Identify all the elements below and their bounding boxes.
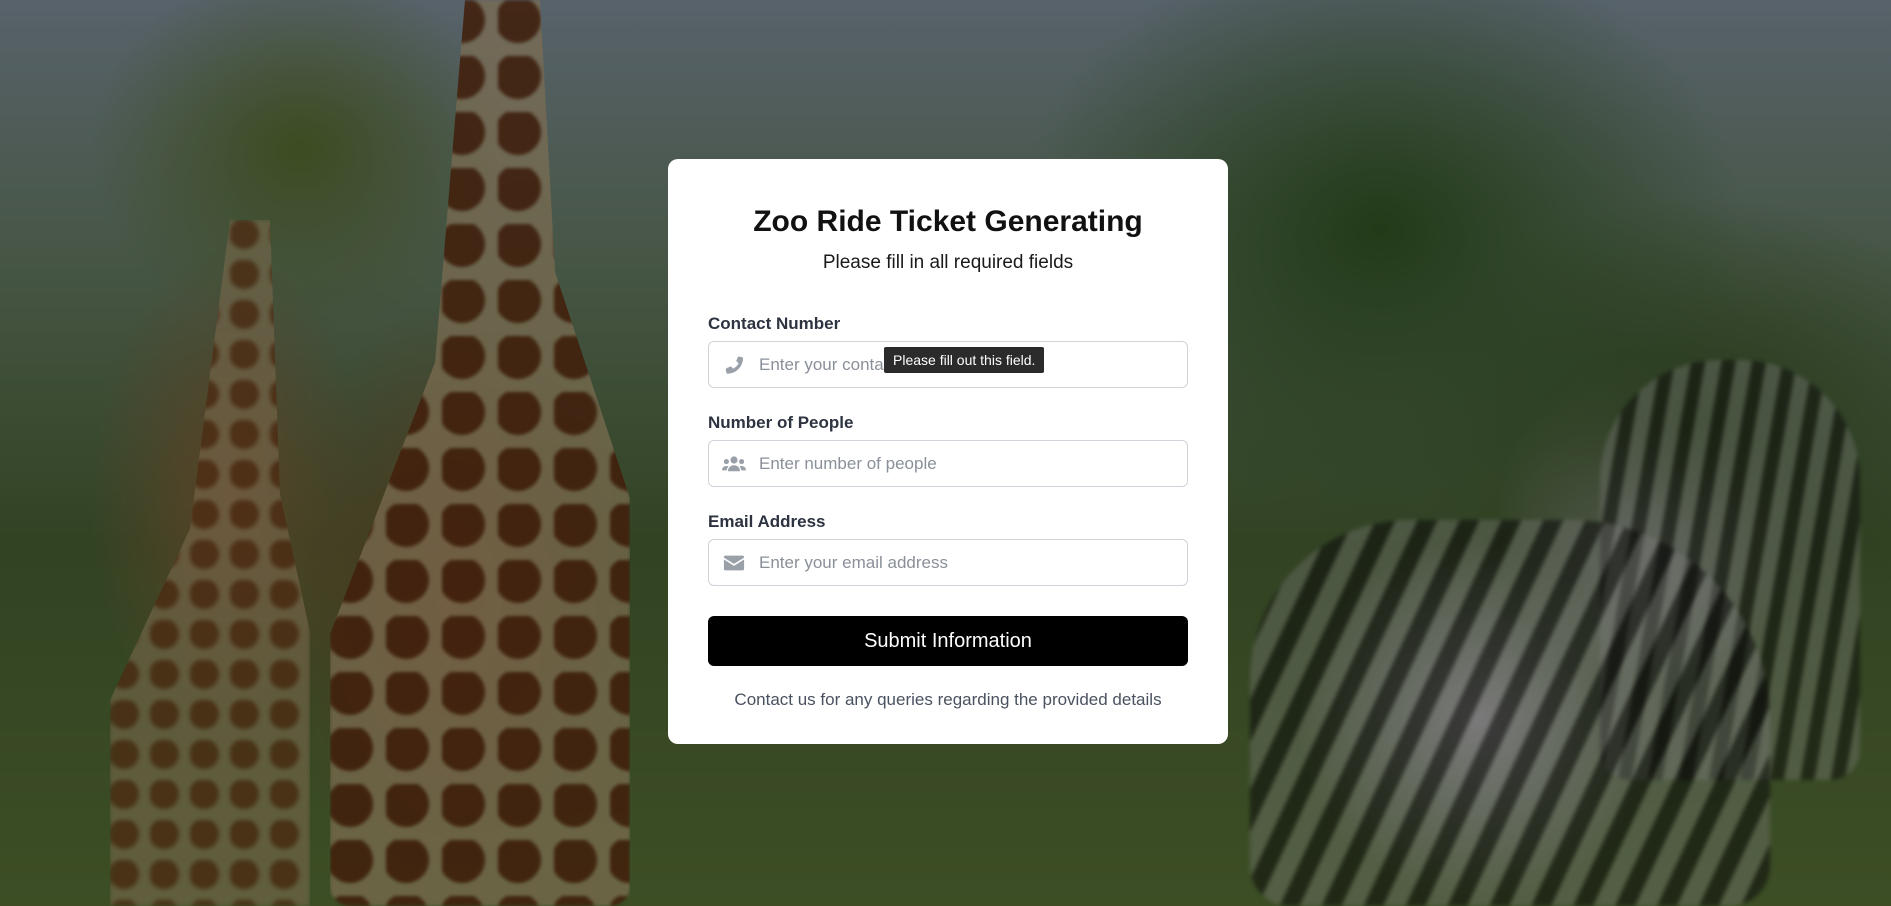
contact-number-label: Contact Number: [708, 314, 841, 333]
users-icon: [722, 452, 746, 476]
form-subtitle: Please fill in all required fields: [822, 252, 1074, 273]
email-input-wrap: [708, 539, 1188, 586]
email-input[interactable]: [759, 540, 1179, 585]
email-label: Email Address: [708, 512, 826, 531]
email-field: Email Address: [708, 511, 1188, 586]
contact-note: Contact us for any queries regarding the…: [734, 690, 1162, 709]
ticket-form-card: Zoo Ride Ticket Generating Please fill i…: [668, 159, 1228, 744]
people-count-field: Please fill out this field. Number of Pe…: [708, 347, 1188, 487]
submit-button[interactable]: Submit Information: [708, 616, 1188, 666]
people-count-input[interactable]: [759, 441, 1179, 486]
people-count-label: Number of People: [708, 413, 854, 432]
validation-tooltip: Please fill out this field.: [884, 347, 1045, 373]
phone-icon: [722, 353, 746, 377]
envelope-icon: [722, 551, 746, 575]
form-title: Zoo Ride Ticket Generating: [753, 205, 1143, 238]
people-count-input-wrap: [708, 440, 1188, 487]
